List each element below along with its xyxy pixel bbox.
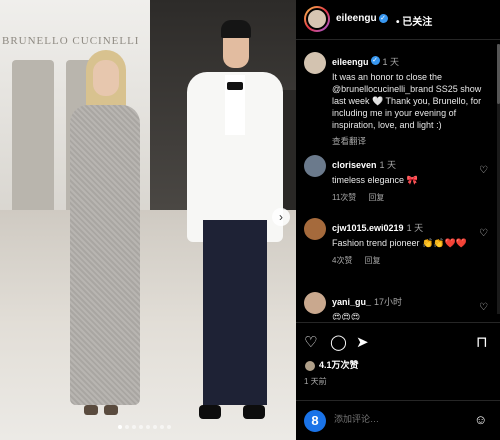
post-panel: eileengu ✓ • 已关注 eileengu ✓ 1 天 It was an h…	[296, 0, 500, 440]
comment-icon[interactable]: ◯	[330, 333, 347, 351]
heart-icon[interactable]: ♡	[304, 333, 317, 351]
avatar[interactable]	[304, 218, 326, 240]
heart-icon[interactable]: ♡	[479, 165, 488, 176]
caption-text: It was an honor to close the @brunellocu…	[332, 72, 482, 130]
carousel-dot[interactable]	[160, 425, 164, 429]
carousel-dot[interactable]	[125, 425, 129, 429]
avatar[interactable]	[304, 155, 326, 177]
heart-icon[interactable]: ♡	[479, 228, 488, 239]
avatar[interactable]	[304, 52, 326, 74]
bookmark-icon[interactable]: ⊓	[476, 333, 488, 351]
separator: •	[396, 17, 400, 28]
verified-icon: ✓	[370, 56, 380, 66]
comment-time: 1 天	[379, 160, 397, 170]
liker-avatar	[304, 359, 316, 372]
post-actions: ♡ ◯ ➤ ⊓ 4.1万次赞 1 天前	[296, 322, 500, 400]
comment-text: Fashion trend pioneer 👏👏❤️❤️	[332, 238, 467, 248]
comment-time: 1 天	[406, 223, 424, 233]
comment-text: 😍😍😍	[332, 312, 361, 320]
author-username[interactable]: eileengu ✓	[336, 13, 388, 24]
comment-username[interactable]: yani_gu_	[332, 297, 371, 307]
add-comment-bar: 8 ☺	[296, 400, 500, 440]
current-user-avatar: 8	[304, 410, 326, 432]
carousel-dot[interactable]	[132, 425, 136, 429]
comment-input[interactable]	[334, 414, 464, 424]
comment-likes[interactable]: 11次赞	[332, 193, 356, 202]
carousel-dot[interactable]	[167, 425, 171, 429]
caption-username[interactable]: eileengu	[332, 57, 369, 67]
post-header: eileengu ✓ • 已关注	[296, 0, 500, 40]
next-image-button[interactable]: ›	[272, 208, 290, 226]
comment-time: 17小时	[374, 297, 403, 307]
comment-likes[interactable]: 4次赞	[332, 256, 352, 265]
author-avatar[interactable]	[304, 6, 330, 32]
comment-text: timeless elegance 🎀	[332, 175, 418, 185]
carousel-dot[interactable]	[153, 425, 157, 429]
avatar[interactable]	[304, 292, 326, 314]
caption-time: 1 天	[382, 57, 400, 67]
see-translation-link[interactable]: 查看翻译	[332, 135, 482, 147]
carousel-dots	[118, 425, 171, 429]
post-date: 1 天前	[304, 377, 327, 386]
carousel-dot[interactable]	[139, 425, 143, 429]
carousel-dot[interactable]	[118, 425, 122, 429]
follow-status-button[interactable]: • 已关注	[396, 13, 432, 28]
comments-list[interactable]: eileengu ✓ 1 天 It was an honor to close th…	[296, 44, 496, 320]
arch	[12, 60, 54, 210]
carousel-dot[interactable]	[146, 425, 150, 429]
emoji-icon[interactable]: ☺	[474, 412, 487, 427]
reply-button[interactable]: 回复	[368, 193, 384, 202]
model-woman	[58, 50, 148, 420]
post-image[interactable]: BRUNELLO CUCINELLI ›	[0, 0, 296, 440]
send-icon[interactable]: ➤	[356, 333, 369, 351]
model-man	[185, 20, 285, 425]
follow-label: 已关注	[402, 17, 433, 28]
comment-username[interactable]: cjw1015.ewi0219	[332, 223, 404, 233]
verified-icon: ✓	[378, 13, 388, 23]
brand-wall-text: BRUNELLO CUCINELLI	[2, 35, 140, 47]
bow-tie	[227, 82, 243, 90]
heart-icon[interactable]: ♡	[479, 302, 488, 313]
likes-count[interactable]: 4.1万次赞	[304, 358, 359, 372]
comment-username[interactable]: cloriseven	[332, 160, 377, 170]
reply-button[interactable]: 回复	[364, 256, 380, 265]
